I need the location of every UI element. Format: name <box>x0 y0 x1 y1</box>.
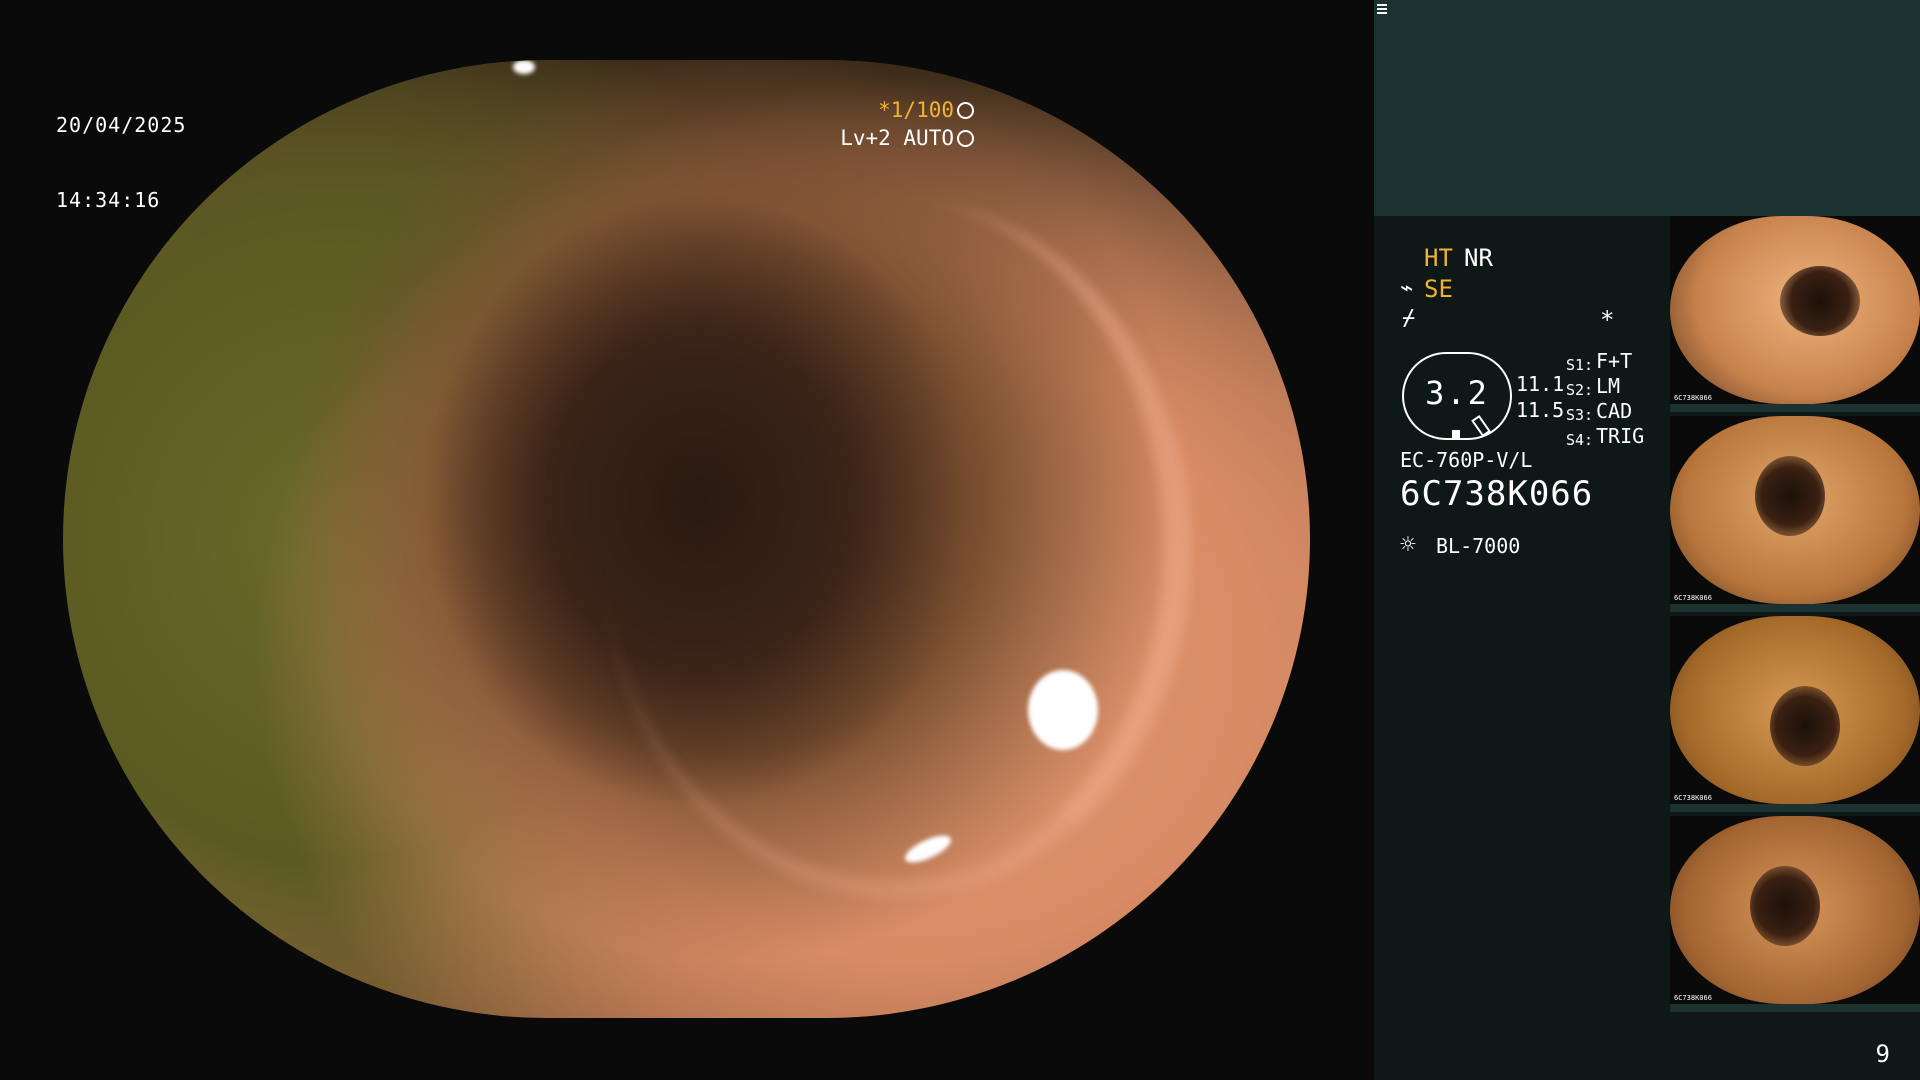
brightness-level-label: Lv+2 AUTO <box>840 126 954 150</box>
switch-2-value: LM <box>1596 374 1621 398</box>
star-marker: * <box>1600 306 1615 334</box>
time-label: 14:34:16 <box>56 188 161 212</box>
captured-image-thumbnail[interactable]: 6C738K066 <box>1670 216 1920 412</box>
switch-3-value: CAD <box>1596 399 1633 423</box>
switch-1-key: S1: <box>1566 356 1594 374</box>
endoscopic-image <box>63 60 1310 1018</box>
page-number: 9 <box>1875 1040 1890 1068</box>
light-reflection <box>1028 670 1098 750</box>
thumbnail-caption: 6C738K066 <box>1674 594 1712 602</box>
lumen-shadow <box>1770 686 1840 766</box>
shutter-speed-label: *1/100 <box>878 98 954 122</box>
parameter-value-2: 11.5 <box>1516 398 1565 422</box>
lumen-shadow <box>1780 266 1860 336</box>
lumen-shadow <box>1750 866 1820 946</box>
magnification-value: 3.2 <box>1425 374 1489 412</box>
mucosal-fold <box>603 200 1191 898</box>
captured-image-thumbnail[interactable]: 6C738K066 <box>1670 416 1920 612</box>
switch-4-key: S4: <box>1566 431 1594 449</box>
scope-serial-label: 6C738K066 <box>1400 474 1594 514</box>
light-source-label: BL-7000 <box>1436 534 1521 558</box>
captured-image-thumbnail[interactable]: 6C738K066 <box>1670 616 1920 812</box>
indicator-dot <box>1452 430 1460 438</box>
parameter-value-1: 11.1 <box>1516 372 1565 396</box>
shutter-speed-display: *1/100 <box>878 98 974 123</box>
switch-3-key: S3: <box>1566 406 1594 424</box>
lumen-shadow <box>1755 456 1825 536</box>
pen-icon <box>1471 414 1491 438</box>
se-mode-label: SE <box>1424 275 1453 303</box>
aperture-icon <box>957 102 974 119</box>
date-time-display: 20/04/2025 14:34:16 <box>56 63 186 263</box>
endoscopy-screen: 20/04/2025 14:34:16 *1/100 Lv+2 AUTO HT … <box>0 0 1920 1080</box>
switch-4-value: TRIG <box>1596 424 1645 448</box>
endoscope-main-view: 20/04/2025 14:34:16 *1/100 Lv+2 AUTO <box>0 0 1374 1080</box>
enhancement-icon: ⌿ <box>1402 306 1416 331</box>
thumbnail-caption: 6C738K066 <box>1674 994 1712 1002</box>
thumbnail-footer <box>1670 604 1920 612</box>
auto-iris-icon <box>957 130 974 147</box>
switch-1-value: F+T <box>1596 349 1633 373</box>
switch-2-key: S2: <box>1566 381 1594 399</box>
thumbnail-footer <box>1670 404 1920 412</box>
info-panel: HT NR ⌁ SE ⌿ * 3.2 11.1 11.5 S1: F+T S2:… <box>1374 0 1920 1080</box>
panel-header-area <box>1374 0 1920 216</box>
thumbnail-caption: 6C738K066 <box>1674 394 1712 402</box>
brightness-level-display: Lv+2 AUTO <box>840 126 974 151</box>
thumbnail-caption: 6C738K066 <box>1674 794 1712 802</box>
thumbnail-footer <box>1670 804 1920 812</box>
date-label: 20/04/2025 <box>56 113 187 137</box>
nr-mode-label: NR <box>1464 244 1493 272</box>
scope-settings-icon: ⌁ <box>1400 276 1414 301</box>
light-source-icon: ☼ <box>1400 530 1416 560</box>
thumbnail-footer <box>1670 1004 1920 1012</box>
captured-image-thumbnail[interactable]: 6C738K066 <box>1670 816 1920 1012</box>
light-reflection <box>513 60 535 74</box>
magnification-badge: 3.2 <box>1402 352 1512 440</box>
scope-model-label: EC-760P-V/L <box>1400 448 1533 472</box>
ht-mode-label: HT <box>1424 244 1453 272</box>
